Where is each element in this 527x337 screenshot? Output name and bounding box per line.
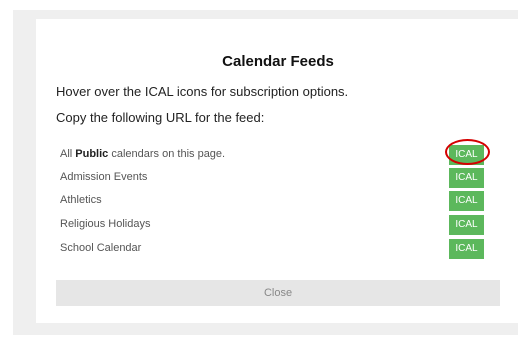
ical-button-all-public[interactable]: ICAL (449, 145, 484, 165)
feed-label: School Calendar (60, 242, 142, 254)
ical-button-admission-events[interactable]: ICAL (449, 168, 484, 188)
feed-row-school-calendar: School Calendar ICAL (60, 239, 484, 259)
hover-instruction: Hover over the ICAL icons for subscripti… (56, 84, 349, 99)
modal-title: Calendar Feeds (222, 53, 334, 70)
feed-label: Religious Holidays (60, 218, 151, 230)
ical-button-athletics[interactable]: ICAL (449, 191, 484, 211)
close-button[interactable]: Close (56, 280, 500, 306)
copy-instruction: Copy the following URL for the feed: (56, 110, 265, 125)
ical-button-school-calendar[interactable]: ICAL (449, 239, 484, 259)
feed-label: Athletics (60, 194, 102, 206)
feed-row-religious-holidays: Religious Holidays ICAL (60, 215, 484, 235)
feed-label: All Public calendars on this page. (60, 148, 226, 160)
feed-row-athletics: Athletics ICAL (60, 191, 484, 211)
feed-row-admission-events: Admission Events ICAL (60, 168, 484, 188)
feed-row-all-public: All Public calendars on this page. ICAL (60, 145, 484, 165)
ical-button-religious-holidays[interactable]: ICAL (449, 215, 484, 235)
feed-label: Admission Events (60, 171, 148, 183)
calendar-feeds-modal: Calendar Feeds Hover over the ICAL icons… (36, 19, 520, 323)
